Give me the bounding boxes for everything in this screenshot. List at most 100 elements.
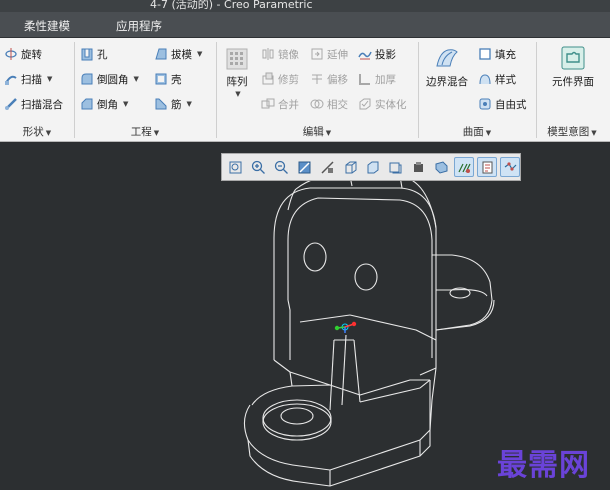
project-icon [358, 47, 372, 61]
boundary-blend-icon [434, 46, 460, 70]
datum-display-icon[interactable] [432, 157, 452, 177]
solidify-label: 实体化 [375, 98, 407, 111]
sweep-button[interactable]: 扫描 ▼ [4, 69, 52, 89]
trim-label: 修剪 [278, 73, 299, 86]
revolve-label: 旋转 [21, 48, 42, 61]
extend-label: 延伸 [327, 48, 348, 61]
rib-icon [154, 97, 168, 111]
revolve-button[interactable]: 旋转 [4, 44, 42, 64]
fill-icon [478, 47, 492, 61]
component-interface-icon [560, 46, 586, 70]
ribbon: 旋转 扫描 ▼ 扫描混合 形状 ▼ 孔 倒圆角 ▼ 倒角 ▼ 拔模 ▼ 壳 筋 ▼ 工程 ▼ … [0, 38, 610, 142]
shell-label: 壳 [171, 73, 182, 86]
intersect-label: 相交 [327, 98, 348, 111]
revolve-icon [4, 47, 18, 61]
round-button[interactable]: 倒圆角 ▼ [80, 69, 139, 89]
window-title: 4-7 (活动的) - Creo Parametric [150, 0, 313, 11]
freestyle-icon [478, 97, 492, 111]
chevron-down-icon[interactable]: ▼ [235, 90, 240, 98]
thicken-button[interactable]: 加厚 [358, 69, 396, 89]
swept-blend-button[interactable]: 扫描混合 [4, 94, 63, 114]
merge-label: 合并 [278, 98, 299, 111]
perspective-icon[interactable] [386, 157, 406, 177]
shape-group-footer[interactable]: 形状 ▼ [0, 124, 74, 141]
zoom-in-icon[interactable] [249, 157, 269, 177]
trim-button[interactable]: 修剪 [261, 69, 299, 89]
component-interface-button[interactable]: 元件界面 [541, 46, 605, 89]
draft-icon [154, 47, 168, 61]
style-label: 样式 [495, 73, 516, 86]
boundary-blend-button[interactable]: 边界混合 [423, 46, 471, 89]
offset-icon [310, 72, 324, 86]
chevron-down-icon[interactable]: ▼ [47, 75, 52, 83]
refit-icon[interactable] [226, 157, 246, 177]
chamfer-icon [80, 97, 94, 111]
hole-label: 孔 [97, 48, 108, 61]
offset-button[interactable]: 偏移 [310, 69, 348, 89]
annotation-display-icon[interactable] [409, 157, 429, 177]
csys-display-icon[interactable] [477, 157, 498, 177]
hole-icon [80, 47, 94, 61]
intersect-button[interactable]: 相交 [310, 94, 348, 114]
model-intent-group-footer[interactable]: 模型意图 ▼ [537, 124, 607, 141]
chevron-down-icon[interactable]: ▼ [187, 100, 192, 108]
sweep-icon [4, 72, 18, 86]
component-interface-label: 元件界面 [552, 76, 594, 88]
spin-center-icon[interactable] [454, 157, 475, 177]
zoom-out-icon[interactable] [272, 157, 292, 177]
shell-icon [154, 72, 168, 86]
pattern-label: 阵列 [226, 76, 248, 88]
project-label: 投影 [375, 48, 396, 61]
offset-label: 偏移 [327, 73, 348, 86]
chevron-down-icon[interactable]: ▼ [134, 75, 139, 83]
intersect-icon [310, 97, 324, 111]
view-toolbar [221, 153, 521, 181]
fill-button[interactable]: 填充 [478, 44, 516, 64]
mirror-button[interactable]: 镜像 [261, 44, 299, 64]
view-manager-icon[interactable] [363, 157, 383, 177]
swept-blend-label: 扫描混合 [21, 98, 63, 111]
solidify-button[interactable]: 实体化 [358, 94, 407, 114]
thicken-icon [358, 72, 372, 86]
freestyle-button[interactable]: 自由式 [478, 94, 527, 114]
sweep-label: 扫描 [21, 73, 42, 86]
pattern-button[interactable]: 阵列 ▼ [222, 48, 252, 98]
chevron-down-icon[interactable]: ▼ [197, 50, 202, 58]
mirror-icon [261, 47, 275, 61]
mirror-label: 镜像 [278, 48, 299, 61]
tab-flexible-modeling[interactable]: 柔性建模 [24, 18, 70, 34]
draft-label: 拔模 [171, 48, 192, 61]
tab-applications[interactable]: 应用程序 [116, 18, 162, 34]
draft-button[interactable]: 拔模 ▼ [154, 44, 202, 64]
chamfer-label: 倒角 [97, 98, 118, 111]
surfaces-group-footer[interactable]: 曲面 ▼ [419, 124, 535, 141]
saved-orientations-icon[interactable] [340, 157, 360, 177]
rib-button[interactable]: 筋 ▼ [154, 94, 192, 114]
merge-button[interactable]: 合并 [261, 94, 299, 114]
hole-button[interactable]: 孔 [80, 44, 108, 64]
fill-label: 填充 [495, 48, 516, 61]
round-icon [80, 72, 94, 86]
extend-icon [310, 47, 324, 61]
csys-marker [334, 321, 357, 333]
extend-button[interactable]: 延伸 [310, 44, 348, 64]
shell-button[interactable]: 壳 [154, 69, 182, 89]
style-icon [478, 72, 492, 86]
chevron-down-icon[interactable]: ▼ [123, 100, 128, 108]
thicken-label: 加厚 [375, 73, 396, 86]
engineering-group-footer[interactable]: 工程 ▼ [75, 124, 215, 141]
rib-label: 筋 [171, 98, 182, 111]
part-model-wireframe[interactable] [0, 143, 610, 490]
freestyle-label: 自由式 [495, 98, 527, 111]
display-style-icon[interactable] [317, 157, 337, 177]
editing-group-footer[interactable]: 编辑 ▼ [217, 124, 417, 141]
pattern-icon [226, 48, 248, 70]
style-button[interactable]: 样式 [478, 69, 516, 89]
project-button[interactable]: 投影 [358, 44, 396, 64]
merge-icon [261, 97, 275, 111]
window-title-bar: 4-7 (活动的) - Creo Parametric [0, 0, 610, 12]
point-display-icon[interactable] [500, 157, 521, 177]
repaint-icon[interactable] [295, 157, 315, 177]
watermark-logo: 最需网 [497, 448, 590, 483]
chamfer-button[interactable]: 倒角 ▼ [80, 94, 128, 114]
